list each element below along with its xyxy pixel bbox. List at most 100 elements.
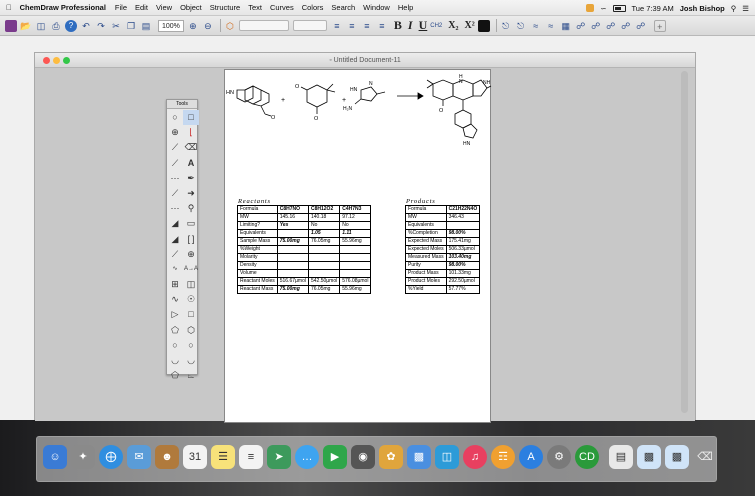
wifi-icon[interactable]: ∽ xyxy=(600,4,606,13)
menu-window[interactable]: Window xyxy=(363,3,390,12)
table-cell[interactable] xyxy=(339,245,372,254)
justify-icon[interactable]: ≡ xyxy=(376,20,388,32)
table-row-label[interactable]: Equivalents xyxy=(237,229,278,238)
table-row-label[interactable]: Expected Mass xyxy=(405,237,447,246)
cycloheptane-ring-icon[interactable]: ○ xyxy=(167,338,183,353)
safari-icon[interactable]: ⨁ xyxy=(99,445,123,469)
contacts-icon[interactable]: ☻ xyxy=(155,445,179,469)
table-cell[interactable]: 57.77% xyxy=(445,285,481,294)
table-cell[interactable]: 346.43 xyxy=(445,213,481,222)
cyclooctane-ring-icon[interactable]: ○ xyxy=(183,338,199,353)
table-row-label[interactable]: Reactant Mass xyxy=(237,285,278,294)
ibooks-icon[interactable]: ☶ xyxy=(491,445,515,469)
menu-text[interactable]: Text xyxy=(248,3,262,12)
table-tool-icon[interactable]: ⊞ xyxy=(167,277,183,292)
table-row-label[interactable]: Limiting? xyxy=(237,221,278,230)
table-row-label[interactable]: Measured Mass xyxy=(405,253,447,262)
table-cell[interactable] xyxy=(276,245,309,254)
table-cell[interactable]: 175.41mg xyxy=(445,237,481,246)
save-icon[interactable]: ◫ xyxy=(35,20,47,32)
table-row-label[interactable]: MW xyxy=(405,213,447,222)
menu-file[interactable]: File xyxy=(115,3,127,12)
document-page[interactable]: HN O + O O + HN N H₂N O H N NH HN Reacta… xyxy=(224,69,492,423)
table-cell[interactable]: C21H22N4O xyxy=(445,205,481,214)
align-right-icon[interactable]: ≡ xyxy=(361,20,373,32)
table-row-label[interactable]: Molarity xyxy=(237,253,278,262)
menu-help[interactable]: Help xyxy=(398,3,413,12)
table-cell[interactable]: 98.00% xyxy=(445,229,481,238)
table-cell[interactable]: C8H7NO xyxy=(276,205,309,214)
hexagon-ring-icon[interactable]: ⬡ xyxy=(183,323,199,338)
clock[interactable]: Tue 7:39 AM xyxy=(632,4,674,13)
table-row-label[interactable]: Volume xyxy=(237,269,278,278)
table-cell[interactable]: 98.00% xyxy=(445,261,481,270)
menu-edit[interactable]: Edit xyxy=(135,3,148,12)
underline-icon[interactable]: U xyxy=(419,18,428,33)
reactants-table[interactable]: Formula C8H7NO C8H12O2 C4H7N3 MW 145.16 140.18… xyxy=(237,205,372,294)
zoom-in-icon[interactable]: ⊕ xyxy=(187,20,199,32)
help-icon[interactable]: ? xyxy=(65,19,77,32)
gem-status-icon[interactable] xyxy=(586,4,595,12)
expand-icon[interactable]: ☍ xyxy=(635,20,647,32)
table-cell[interactable] xyxy=(307,253,341,262)
hashed-bond-icon[interactable]: ⟋ xyxy=(167,186,183,201)
triangle-ring-icon[interactable]: ▷ xyxy=(167,307,183,322)
chair-2-icon[interactable]: ◡ xyxy=(183,353,199,368)
dashed-bond-icon[interactable]: ⋯ xyxy=(167,171,183,186)
launchpad-icon[interactable]: ✦ xyxy=(71,445,95,469)
orbital-tool-icon[interactable]: ⚲ xyxy=(183,201,199,216)
table-cell[interactable]: 55.96mg xyxy=(339,285,372,294)
table-row-label[interactable]: Formula xyxy=(237,205,278,214)
font-select[interactable] xyxy=(238,20,289,31)
table-row-label[interactable]: %Yield xyxy=(405,285,447,294)
battery-icon[interactable] xyxy=(612,4,626,12)
table-cell[interactable] xyxy=(276,253,309,262)
table-cell[interactable]: 55.96mg xyxy=(339,237,372,246)
reminders-icon[interactable]: ≡ xyxy=(239,445,263,469)
table-row-label[interactable]: %Weight xyxy=(237,245,278,254)
facetime-icon[interactable]: ▶ xyxy=(323,445,347,469)
spotlight-icon[interactable]: ⚲ xyxy=(731,4,737,13)
name-to-structure-icon[interactable]: ⎋ xyxy=(500,20,512,32)
vertical-scrollbar[interactable] xyxy=(681,71,688,413)
open-icon[interactable]: 📂 xyxy=(20,20,32,32)
table-cell[interactable]: No xyxy=(307,221,341,230)
table-cell[interactable] xyxy=(307,269,341,278)
zoom-select[interactable]: 100% xyxy=(158,19,184,32)
nmr-icon[interactable]: ≈ xyxy=(530,20,542,32)
italic-icon[interactable]: I xyxy=(408,18,413,33)
analysis-icon[interactable]: ▦ xyxy=(560,20,572,32)
atom-map-icon[interactable]: A→A xyxy=(183,262,199,277)
table-cell[interactable]: 1.11 xyxy=(339,229,372,238)
bold-icon[interactable]: B xyxy=(394,18,402,33)
table-cell[interactable] xyxy=(276,261,309,270)
color-swatch-icon[interactable] xyxy=(477,19,490,32)
clean-structure-icon[interactable]: ☍ xyxy=(575,20,587,32)
cyclopentadiene-icon[interactable]: ⬠ xyxy=(167,368,183,383)
window-thumbnail-icon[interactable]: ▩ xyxy=(637,445,661,469)
chair-1-icon[interactable]: ◡ xyxy=(167,353,183,368)
color-icon[interactable]: ⬡ xyxy=(224,20,236,32)
table-cell[interactable]: 576.08µmol xyxy=(339,277,372,286)
table-row-label[interactable]: Sample Mass xyxy=(237,237,278,246)
app-menu[interactable]: ChemDraw Professional xyxy=(20,3,106,12)
paste-icon[interactable]: ▤ xyxy=(140,20,152,32)
menu-object[interactable]: Object xyxy=(180,3,202,12)
table-cell[interactable]: C8H12O2 xyxy=(307,205,341,214)
cut-icon[interactable]: ✂ xyxy=(110,20,122,32)
table-cell[interactable]: 75.00mg xyxy=(276,237,309,246)
notes-icon[interactable]: ☰ xyxy=(211,445,235,469)
reaction-scheme[interactable]: HN O + O O + HN N H₂N O H N NH HN xyxy=(225,70,492,180)
table-row-label[interactable]: Formula xyxy=(405,205,447,214)
add-tab-icon[interactable]: + xyxy=(653,19,666,32)
table-row-label[interactable]: Expected Moles xyxy=(405,245,447,254)
presentation-icon[interactable]: ◫ xyxy=(435,445,459,469)
table-cell[interactable] xyxy=(307,245,341,254)
table-row-label[interactable]: MW xyxy=(237,213,278,222)
system-preferences-icon[interactable]: ⚙ xyxy=(547,445,571,469)
lasso-tool-icon[interactable]: ○ xyxy=(167,110,183,125)
table-cell[interactable]: 1.05 xyxy=(307,229,341,238)
menu-structure[interactable]: Structure xyxy=(210,3,240,12)
bracket-tool-icon[interactable]: [ ] xyxy=(183,232,199,247)
reactant-dimedone[interactable]: O O xyxy=(295,83,336,122)
